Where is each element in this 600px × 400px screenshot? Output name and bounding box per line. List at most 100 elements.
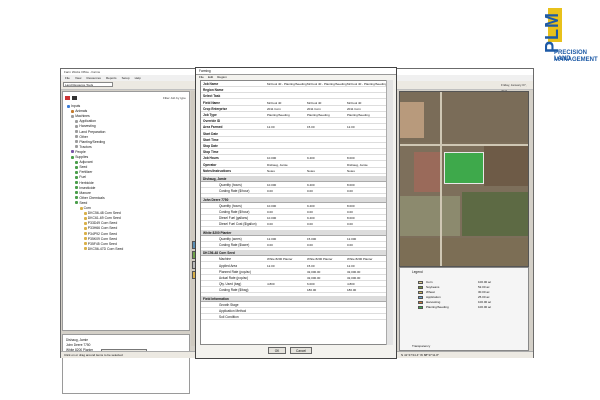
tree-item[interactable]: Planting/Seeding — [75, 140, 105, 144]
grid-row[interactable]: Costing Rate ($/hour) 0.00 0.00 0.00 — [201, 188, 389, 195]
grid-cell[interactable]: 0.00 — [347, 188, 353, 194]
tree-item[interactable]: Seed — [75, 165, 87, 169]
tree-item[interactable]: Land Preparation — [75, 130, 105, 134]
grid-cell[interactable]: Planting/Seeding — [347, 112, 370, 118]
tree-item[interactable]: P34P92 Corn Seed — [83, 232, 117, 236]
grid-cell[interactable]: 0.00 — [307, 188, 313, 194]
grid-cell[interactable]: 9.400 — [307, 155, 315, 161]
grid-cell[interactable]: 180.00 — [347, 287, 356, 293]
grid-row[interactable]: Diesel Fuel (gallons) 10.000 9.400 8.000 — [201, 215, 389, 222]
grid-cell[interactable]: 32,000.00 — [347, 275, 360, 281]
grid-cell[interactable]: 0.00 — [347, 209, 353, 215]
grid-cell[interactable]: 9.400 — [307, 182, 315, 188]
list-item[interactable]: John Deere 7750 — [66, 343, 90, 347]
tree-item[interactable]: Herbicide — [75, 181, 94, 185]
grid-cell[interactable]: 10.000 — [267, 203, 276, 209]
grid-cell[interactable]: 0.00 — [307, 242, 313, 248]
grid-cell[interactable]: 0.00 — [347, 221, 353, 227]
grid-row[interactable]: Field Name McCool 40 McCool 40 McCool 40 — [201, 100, 389, 106]
tree-tool-icon[interactable] — [72, 96, 77, 100]
tree-item[interactable]: Seed — [75, 201, 87, 205]
tree-item[interactable]: Animals — [71, 109, 87, 113]
grid-row[interactable]: Override ID — [201, 118, 389, 125]
grid-row[interactable]: Select Task — [201, 93, 389, 100]
grid-row[interactable]: Soil Condition — [201, 314, 389, 321]
grid-cell[interactable]: White 8200 Planter — [267, 256, 293, 262]
grid-row[interactable]: Applied Area 12.00 15.00 12.00 — [201, 263, 389, 269]
grid-cell[interactable]: McCool 40 — [347, 100, 361, 106]
tool-select[interactable]: Land Resource Tools — [63, 82, 113, 87]
grid-row[interactable]: Operator Dishaug, Jamie Dishaug, Jamie — [201, 162, 389, 168]
grid-row[interactable]: Costing Rate ($/bag) 180.00 180.00 — [201, 287, 389, 294]
grid-cell[interactable]: 180.00 — [307, 287, 316, 293]
grid-cell[interactable]: 12.00 — [347, 263, 355, 269]
grid-cell[interactable]: Planting/Seeding — [267, 112, 290, 118]
grid-cell[interactable]: 0.00 — [347, 242, 353, 248]
tree-tool-icon[interactable] — [65, 96, 70, 100]
grid-cell[interactable]: McCool 40 - Planting/Seeding — [267, 81, 307, 87]
grid-cell[interactable]: McCool 40 — [267, 100, 281, 106]
working-group-list[interactable]: Dishaug, Jamie John Deere 7750 White 820… — [62, 334, 190, 394]
resource-tree[interactable]: Filter Job by type Inputs Animals Machines… — [62, 91, 190, 331]
grid-row[interactable]: Quantity (hours) 10.000 9.400 8.000 — [201, 203, 389, 209]
grid-cell[interactable]: Dishaug, Jamie — [347, 162, 368, 168]
tree-item[interactable]: Corn — [79, 206, 91, 210]
job-grid[interactable]: Job Name McCool 40 - Planting/Seeding McCo… — [200, 80, 390, 345]
tree-item[interactable]: Fuel — [75, 175, 86, 179]
tree-item[interactable]: Machines — [71, 114, 90, 118]
grid-cell[interactable]: 32,000.00 — [307, 269, 320, 275]
grid-cell[interactable]: 10.000 — [267, 155, 276, 161]
grid-row[interactable]: Start Date — [201, 131, 389, 137]
grid-row[interactable]: Job Type Planting/Seeding Planting/Seeding… — [201, 112, 389, 118]
grid-cell[interactable]: McCool 40 — [307, 100, 321, 106]
tree-item[interactable]: P35F45 Corn Seed — [83, 242, 117, 246]
grid-cell[interactable]: 9.400 — [307, 215, 315, 221]
tree-item[interactable]: DKC56-48 Corn Seed — [83, 211, 121, 215]
grid-cell[interactable]: 8.000 — [347, 155, 355, 161]
grid-cell[interactable]: 8.000 — [347, 215, 355, 221]
grid-cell[interactable]: 12.00 — [267, 263, 275, 269]
tree-item[interactable]: Insecticide — [75, 186, 95, 190]
tree-item[interactable]: Harvesting — [75, 124, 96, 128]
grid-cell[interactable]: 8.000 — [347, 203, 355, 209]
dialog-scrollbar[interactable] — [386, 80, 393, 345]
grid-cell[interactable]: McCool 40 - Planting/Seeding — [347, 81, 387, 87]
grid-cell[interactable]: Dishaug, Jamie — [267, 162, 288, 168]
grid-cell[interactable]: 32,000.00 — [307, 275, 320, 281]
grid-cell[interactable]: 4.800 — [347, 281, 355, 287]
grid-row[interactable]: Quantity (acres) 12.000 15.000 12.000 — [201, 236, 389, 242]
grid-cell[interactable]: 0.00 — [267, 209, 273, 215]
grid-row[interactable]: Notes/Instructions Notes Notes Notes — [201, 168, 389, 174]
grid-cell[interactable]: 12.000 — [267, 236, 276, 242]
grid-cell[interactable]: 0.00 — [267, 221, 273, 227]
grid-cell[interactable]: 15.00 — [307, 263, 315, 269]
grid-cell[interactable]: White 8200 Planter — [307, 256, 333, 262]
grid-cell[interactable]: 6.000 — [307, 281, 315, 287]
grid-cell[interactable]: Notes — [307, 168, 315, 174]
grid-row[interactable]: Actual Rate (pop/ac) 32,000.00 32,000.00 — [201, 275, 389, 281]
grid-row[interactable]: Planned Rate (pop/ac) 32,000.00 32,000.00 — [201, 269, 389, 275]
grid-row[interactable]: Stop Time — [201, 149, 389, 156]
tree-item[interactable]: DKC56-47D Corn Seed — [83, 247, 123, 251]
grid-cell[interactable]: 0.00 — [267, 188, 273, 194]
tree-filter-label[interactable]: Filter Job by type — [163, 96, 186, 100]
tree-item[interactable]: People — [71, 150, 86, 154]
tree-item[interactable]: Adjuvant — [75, 160, 93, 164]
grid-row[interactable]: Costing Rate ($/hour) 0.00 0.00 0.00 — [201, 209, 389, 215]
grid-cell[interactable]: White 8200 Planter — [347, 256, 373, 262]
grid-cell[interactable]: 8.000 — [347, 182, 355, 188]
grid-row[interactable]: Area Farmed 12.00 15.00 12.00 — [201, 124, 389, 131]
grid-row[interactable]: Diesel Fuel Cost ($/gallon) 0.00 0.00 0.00 — [201, 221, 389, 228]
grid-row[interactable]: Stop Date — [201, 143, 389, 149]
grid-cell[interactable]: Planting/Seeding — [307, 112, 330, 118]
tree-item[interactable]: P33D49 Corn Seed — [83, 221, 117, 225]
aerial-map[interactable] — [399, 91, 529, 267]
grid-cell[interactable]: 12.00 — [267, 124, 275, 130]
grid-row[interactable]: Job Hours 10.000 9.400 8.000 — [201, 155, 389, 162]
grid-cell[interactable]: 15.000 — [307, 236, 316, 242]
grid-cell[interactable]: 4.800 — [267, 281, 275, 287]
grid-cell[interactable]: 12.00 — [347, 124, 355, 130]
grid-row[interactable]: Start Time — [201, 137, 389, 143]
grid-cell[interactable]: McCool 40 - Planting/Seeding — [307, 81, 347, 87]
grid-cell[interactable]: Notes — [267, 168, 275, 174]
